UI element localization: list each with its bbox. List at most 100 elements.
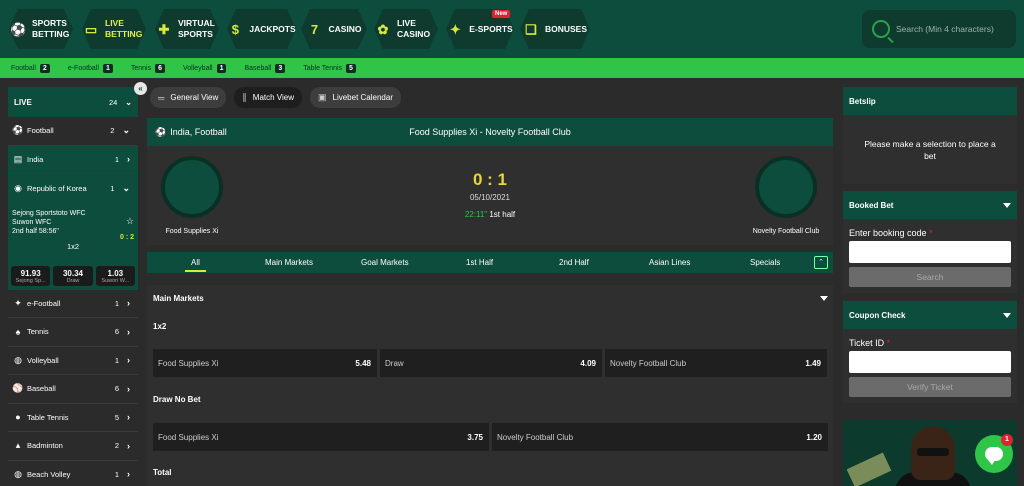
- new-badge: New: [492, 10, 511, 18]
- nav-virtual-sports[interactable]: ✚ Virtual Sports: [155, 9, 219, 49]
- live-header: LIVE 24 ⌄: [8, 87, 138, 117]
- caret-down-icon: [1003, 202, 1011, 208]
- chevron-down-icon: ⌄: [122, 182, 130, 193]
- odd-button[interactable]: 91.93 Sejong Sp...: [11, 265, 51, 286]
- tennis-racket-icon: ♠: [15, 326, 21, 337]
- scoreboard: Food Supplies Xi 0 : 1 05/10/2021 22:11"…: [147, 146, 833, 245]
- tab-1st-half[interactable]: 1st Half: [466, 258, 493, 267]
- market-title-total: Total: [153, 468, 172, 477]
- volleyball-icon: ◍: [14, 354, 22, 365]
- sidebar-item-football[interactable]: ⚽ Football 2 ⌄: [8, 117, 138, 146]
- sidebar-item-baseball[interactable]: ⚾ Baseball 6 ›: [8, 375, 138, 404]
- odd-button-dnb-away[interactable]: Novelty Football Club 1.20: [492, 423, 828, 451]
- tab-asian-lines[interactable]: Asian Lines: [649, 258, 690, 267]
- sportsbar-item-tennis[interactable]: Tennis 6: [131, 63, 165, 73]
- tab-all[interactable]: All: [185, 258, 206, 272]
- odd-button-draw[interactable]: Draw 4.09: [380, 349, 602, 377]
- nav-live-betting[interactable]: ▭ Live Betting: [82, 9, 146, 49]
- baseball-icon: ⚾: [12, 383, 24, 394]
- chip-icon: ✿: [377, 21, 389, 37]
- tv-icon: ▭: [84, 21, 98, 37]
- sidebar-item-e-football[interactable]: ✦ e-Football 1 ›: [8, 289, 138, 318]
- sportsbar-item-volleyball[interactable]: Volleyball 1: [183, 63, 227, 73]
- live-sports-bar: Football 2 e-Football 1 Tennis 6 Volleyball…: [0, 58, 1024, 78]
- tab-specials[interactable]: Specials: [750, 258, 780, 267]
- live-odds-row: 91.93 Sejong Sp... 30.34 Draw 1.03 Suwon W.…: [8, 265, 138, 290]
- tab-2nd-half[interactable]: 2nd Half: [559, 258, 589, 267]
- collapse-sidebar-icon[interactable]: «: [134, 82, 147, 95]
- korea-flag-icon: ◉: [14, 182, 22, 193]
- booked-bet-header[interactable]: Booked Bet: [843, 191, 1017, 219]
- sidebar-item-badminton[interactable]: ▴ Badminton 2 ›: [8, 432, 138, 461]
- chevron-right-icon: ›: [127, 469, 130, 480]
- match-view-button[interactable]: ∥ Match View: [234, 87, 302, 108]
- betslip-message: Please make a selection to place a bet: [843, 115, 1017, 184]
- live-sidebar: LIVE 24 ⌄ ⚽ Football 2 ⌄ ▤ India 1 › ◉ R…: [8, 87, 138, 486]
- chat-bubble-icon: [985, 447, 1003, 465]
- booking-code-label: Enter booking code *: [849, 228, 933, 238]
- india-flag-icon: ▤: [13, 153, 23, 164]
- match-clock: 22:11" 1st half: [464, 210, 516, 219]
- sportsbar-item-football[interactable]: Football 2: [11, 63, 50, 73]
- betslip-header: Betslip: [843, 87, 1017, 115]
- odd-button[interactable]: 30.34 Draw: [53, 265, 93, 286]
- search-button[interactable]: Search: [849, 267, 1011, 287]
- beach-volley-icon: ◍: [14, 468, 22, 479]
- nav-live-casino[interactable]: ✿ Live Casino: [374, 9, 438, 49]
- chevron-down-icon[interactable]: ⌄: [125, 98, 132, 107]
- ticket-id-input[interactable]: [849, 351, 1011, 373]
- tab-goal-markets[interactable]: Goal Markets: [361, 258, 409, 267]
- chevron-right-icon: ›: [127, 383, 130, 394]
- chevron-right-icon: ›: [127, 355, 130, 366]
- chevron-right-icon: ›: [127, 298, 130, 309]
- match-time: 2nd half 58:56": [12, 227, 59, 235]
- match-score: 0 : 2: [119, 233, 134, 241]
- odd-button[interactable]: 1.03 Suwon W...: [95, 265, 135, 286]
- verify-ticket-button[interactable]: Verify Ticket: [849, 377, 1011, 397]
- gift-icon: ❑: [525, 21, 537, 37]
- menu-icon: ═: [158, 92, 165, 103]
- chevron-up-icon[interactable]: ⌃: [814, 256, 828, 269]
- cash-image: [846, 452, 892, 486]
- chat-badge: 1: [1001, 434, 1013, 446]
- star-icon[interactable]: ☆: [126, 216, 134, 226]
- nav-jackpots[interactable]: $ Jackpots: [227, 9, 296, 49]
- chevron-right-icon: ›: [127, 154, 130, 165]
- chevron-right-icon: ›: [127, 326, 130, 337]
- sidebar-item-volleyball[interactable]: ◍ Volleyball 1 ›: [8, 346, 138, 375]
- odd-button-away[interactable]: Novelty Football Club 1.49: [605, 349, 827, 377]
- sidebar-item-tennis[interactable]: ♠ Tennis 6 ›: [8, 318, 138, 347]
- gamepad-icon: ✚: [158, 21, 170, 37]
- general-view-button[interactable]: ═ General View: [150, 87, 227, 108]
- nav-sports-betting[interactable]: ⚽ Sports Betting: [9, 9, 73, 49]
- sportsbar-item-e-football[interactable]: e-Football 1: [68, 63, 113, 73]
- chevron-down-icon: ⌄: [122, 125, 130, 136]
- odd-button-dnb-home[interactable]: Food Supplies Xi 3.75: [153, 423, 489, 451]
- sidebar-item-beach-volley[interactable]: ◍ Beach Volley 1 ›: [8, 460, 138, 486]
- dollar-icon: $: [231, 21, 239, 37]
- seven-icon: 7: [310, 21, 319, 37]
- coupon-check-header[interactable]: Coupon Check: [843, 301, 1017, 329]
- caret-down-icon[interactable]: [820, 296, 828, 301]
- odd-button-home[interactable]: Food Supplies Xi 5.48: [153, 349, 377, 377]
- match-away-team: Suwon WFC: [12, 218, 52, 226]
- sidebar-item-india[interactable]: ▤ India 1 ›: [8, 145, 138, 174]
- soccer-ball-icon: ⚽: [10, 21, 27, 37]
- sportsbar-item-baseball[interactable]: Baseball 3: [244, 63, 286, 73]
- columns-icon: ∥: [242, 92, 247, 102]
- nav-casino[interactable]: 7 Casino: [301, 9, 367, 49]
- tab-main-markets[interactable]: Main Markets: [265, 258, 313, 267]
- soccer-ball-icon: ⚽: [12, 125, 24, 136]
- home-team-name: Food Supplies Xi: [165, 228, 219, 235]
- ticket-id-label: Ticket ID *: [849, 338, 891, 348]
- sidebar-item-table-tennis[interactable]: ● Table Tennis 5 ›: [8, 403, 138, 432]
- nav-bonuses[interactable]: ❑ Bonuses: [520, 9, 590, 49]
- sidebar-item-korea[interactable]: ◉ Republic of Korea 1 ⌄: [8, 174, 138, 203]
- livebet-calendar-button[interactable]: ▣ Livebet Calendar: [309, 87, 401, 108]
- market-title-draw-no-bet: Draw No Bet: [153, 395, 201, 404]
- booking-code-input[interactable]: [849, 241, 1011, 263]
- search-input[interactable]: Search (Min 4 characters): [862, 10, 1016, 48]
- sportsbar-item-table-tennis[interactable]: Table Tennis 5: [303, 63, 356, 73]
- live-match-card[interactable]: Sejong Sportstoto WFC Suwon WFC 2nd half…: [8, 202, 138, 266]
- chevron-right-icon: ›: [127, 440, 130, 451]
